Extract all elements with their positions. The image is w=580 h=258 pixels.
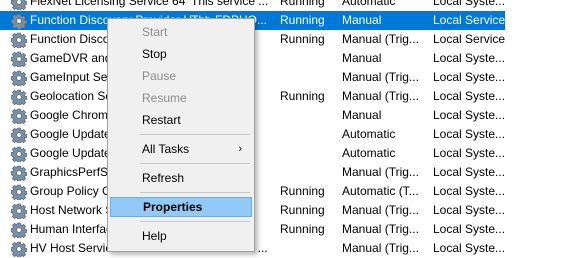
service-status: Running: [280, 222, 325, 236]
service-row[interactable]: Geolocation Service Running Manual (Trig..…: [0, 87, 580, 106]
menu-item-help[interactable]: Help: [110, 226, 252, 246]
menu-separator: [140, 163, 250, 164]
menu-item-label: Pause: [142, 69, 177, 83]
menu-item-restart[interactable]: Restart: [110, 110, 252, 130]
service-log-on-as: Local Syste...: [433, 146, 505, 160]
service-gear-icon: [11, 32, 27, 48]
service-gear-icon: [11, 184, 27, 200]
menu-item-label: All Tasks: [142, 142, 190, 156]
service-row[interactable]: Function Discovery Resource PublicationR…: [0, 30, 580, 49]
service-status: Running: [280, 203, 325, 217]
service-log-on-as: Local Syste...: [433, 89, 505, 103]
services-list: FlexNet Licensing Service 64 This service…: [0, 0, 580, 258]
service-row[interactable]: Google Chrome Elevation ServiceManualLoc…: [0, 106, 580, 125]
service-row[interactable]: HV Host ServiceProvides an ...Manual (Tr…: [0, 239, 580, 258]
menu-item-label: Refresh: [142, 171, 185, 185]
menu-item-label: Properties: [143, 200, 203, 214]
menu-item-label: Restart: [142, 113, 181, 127]
service-startup-type: Manual (Trig...: [342, 222, 419, 236]
context-menu: Start Stop Pause Resume Restart All Tasks › Ref…: [107, 18, 255, 252]
service-row[interactable]: Google Update Service (gupdate)Automatic…: [0, 125, 580, 144]
service-startup-type: Automatic: [342, 0, 396, 8]
menu-item-refresh[interactable]: Refresh: [110, 168, 252, 188]
service-startup-type: Automatic (T...: [342, 184, 419, 198]
service-gear-icon: [11, 51, 27, 67]
service-gear-icon: [11, 108, 27, 124]
service-status: Running: [280, 0, 325, 8]
service-startup-type: Manual: [342, 51, 382, 65]
menu-item-label: Resume: [142, 91, 187, 105]
service-row[interactable]: GameDVR and Broadcast User ServiceManual…: [0, 49, 580, 68]
service-gear-icon: [11, 0, 27, 10]
service-log-on-as: Local Syste...: [433, 203, 505, 217]
service-startup-type: Manual (Trig...: [342, 241, 419, 255]
service-status: Running: [280, 13, 325, 27]
service-log-on-as: Local Syste...: [433, 108, 505, 122]
service-row[interactable]: GameInput Service Manual (Trig... Local Sy…: [0, 68, 580, 87]
menu-item-properties[interactable]: Properties: [110, 197, 252, 217]
service-startup-type: Manual (Trig...: [342, 89, 419, 103]
service-gear-icon: [11, 70, 27, 86]
service-row[interactable]: Google Update Service (gupdatem)Automati…: [0, 144, 580, 163]
menu-item-label: Stop: [142, 47, 167, 61]
service-gear-icon: [11, 165, 27, 181]
menu-separator: [140, 134, 250, 135]
service-startup-type: Manual (Trig...: [342, 165, 419, 179]
chevron-right-icon: ›: [238, 143, 242, 155]
service-gear-icon: [11, 89, 27, 105]
service-status: Running: [280, 32, 325, 46]
service-status: Running: [280, 184, 325, 198]
menu-item-stop[interactable]: Stop: [110, 44, 252, 64]
service-log-on-as: Local Syste...: [433, 241, 505, 255]
menu-item-label: Help: [142, 229, 167, 243]
service-startup-type: Manual (Trig...: [342, 32, 419, 46]
service-log-on-as: Local Syste...: [433, 51, 505, 65]
service-row[interactable]: Host Network Service Running Manual (Trig.…: [0, 201, 580, 220]
service-gear-icon: [11, 241, 27, 257]
service-gear-icon: [11, 13, 27, 29]
service-gear-icon: [11, 203, 27, 219]
menu-item-resume[interactable]: Resume: [110, 88, 252, 108]
menu-separator: [140, 192, 250, 193]
service-log-on-as: Local Syste...: [433, 165, 505, 179]
service-log-on-as: Local Syste...: [433, 0, 505, 8]
service-log-on-as: Local Service: [433, 32, 505, 46]
menu-item-all-tasks[interactable]: All Tasks ›: [110, 139, 252, 159]
service-gear-icon: [11, 146, 27, 162]
service-startup-type: Automatic: [342, 127, 396, 141]
service-log-on-as: Local Syste...: [433, 70, 505, 84]
menu-item-pause[interactable]: Pause: [110, 66, 252, 86]
service-log-on-as: Local Syste...: [433, 222, 505, 236]
service-gear-icon: [11, 127, 27, 143]
service-startup-type: Manual (Trig...: [342, 203, 419, 217]
service-startup-type: Manual (Trig...: [342, 70, 419, 84]
service-row[interactable]: FlexNet Licensing Service 64 This service…: [0, 0, 580, 11]
service-gear-icon: [11, 222, 27, 238]
service-row[interactable]: Group Policy Client Running Automatic (T..…: [0, 182, 580, 201]
service-log-on-as: Local Service: [433, 13, 505, 27]
service-description: This service ...: [191, 0, 269, 8]
menu-separator: [140, 221, 250, 222]
service-startup-type: Manual: [342, 108, 382, 122]
service-startup-type: Automatic: [342, 146, 396, 160]
service-log-on-as: Local Syste...: [433, 127, 505, 141]
menu-item-label: Start: [142, 25, 168, 39]
service-row[interactable]: Human Interface Device ServiceRunningMan…: [0, 220, 580, 239]
service-startup-type: Manual: [342, 13, 382, 27]
service-log-on-as: Local Syste...: [433, 184, 505, 198]
menu-item-start[interactable]: Start: [110, 22, 252, 42]
service-row[interactable]: GraphicsPerfSvc Manual (Trig... Local Syst…: [0, 163, 580, 182]
service-status: Running: [280, 89, 325, 103]
